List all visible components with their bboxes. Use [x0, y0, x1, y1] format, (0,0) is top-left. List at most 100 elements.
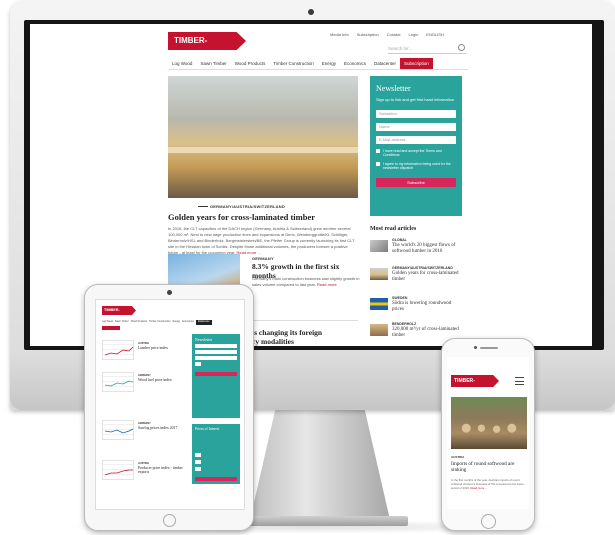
topbar-contact[interactable]: Contact — [387, 32, 401, 40]
nav-energy[interactable]: Energy — [318, 58, 340, 69]
tablet-nav-item[interactable]: Wood Products — [131, 320, 147, 325]
phone-frame: TIMBER-ONLINE.net AUSTRIA Imports of rou… — [441, 338, 535, 531]
tablet-field[interactable] — [195, 356, 237, 360]
topbar-language[interactable]: ENGLISH — [426, 32, 444, 40]
salutation-select[interactable]: Salutation — [376, 110, 456, 118]
tablet-second-panel-title: Prices of Interest — [195, 427, 220, 431]
most-read-title-text: Golden years for cross-laminated timber — [392, 271, 459, 282]
tablet-nav-item[interactable]: Datacenter — [195, 320, 212, 325]
phone-logo-text: TIMBER-ONLINE — [454, 378, 475, 396]
phone-read-more[interactable]: Read more ... — [470, 486, 487, 490]
phone-headline[interactable]: Imports of round softwood are sinking — [451, 461, 527, 473]
tablet-chart-thumb[interactable] — [102, 420, 134, 440]
site-logo[interactable]: TIMBER-ONLINE.net — [168, 32, 246, 50]
imac-stand-base — [232, 516, 408, 526]
most-read-thumb — [370, 268, 388, 280]
line-chart-icon — [104, 346, 134, 356]
tablet-nav-item[interactable]: Energy — [173, 320, 181, 325]
tablet-second-panel: Prices of Interest — [192, 424, 240, 484]
lead-article-image[interactable] — [168, 76, 358, 198]
top-utility-bar: Media Info Subscription Contact Login EN… — [330, 32, 590, 40]
email-field[interactable]: E-Mail address — [376, 136, 456, 144]
phone-camera — [474, 346, 477, 349]
tablet-subscribe-button[interactable] — [195, 372, 237, 376]
most-read-thumb — [370, 240, 388, 252]
name-field[interactable]: Name — [376, 123, 456, 131]
tablet-newsletter-panel: Newsletter — [192, 334, 240, 418]
tablet-chart-thumb[interactable] — [102, 460, 134, 480]
tablet-radio[interactable] — [195, 460, 201, 464]
tablet-checkbox[interactable] — [195, 362, 201, 366]
lead-body-text: In 2016, the CLT capacities of the DACH … — [168, 226, 355, 255]
subscribe-button[interactable]: Subscribe — [376, 178, 456, 187]
most-read-title-text: Södra is lowering roundwood prices — [392, 301, 452, 312]
tablet-nav-item[interactable]: Timber Construction — [149, 320, 170, 325]
most-read-title-text: 320,000 m³/yr of cross-laminated timber — [392, 327, 459, 338]
kicker-rule — [198, 206, 208, 207]
phone-screen: TIMBER-ONLINE.net AUSTRIA Imports of rou… — [447, 357, 529, 509]
third-headline-1[interactable]: is changing its foreign — [252, 328, 322, 337]
phone-home-button[interactable] — [481, 514, 496, 529]
consent-label: I agree to my information being used for… — [383, 162, 451, 170]
tablet-radio[interactable] — [195, 467, 201, 471]
nav-log-wood[interactable]: Log Wood — [168, 58, 196, 69]
main-nav: Log Wood Sawn Timber Wood Products Timbe… — [168, 58, 468, 70]
most-read-kicker: GLOBAL — [392, 238, 407, 242]
hamburger-menu-icon[interactable] — [515, 377, 524, 385]
search-input[interactable]: Search for... — [388, 44, 466, 54]
lead-headline[interactable]: Golden years for cross-laminated timber — [168, 212, 315, 222]
phone-logo-tld: .net — [472, 391, 479, 395]
tablet-radio[interactable] — [195, 453, 201, 457]
third-headline-2[interactable]: cy modalities — [252, 337, 294, 346]
tablet-chart-thumb[interactable] — [102, 340, 134, 360]
consent-checkbox[interactable] — [376, 162, 380, 166]
most-read-item[interactable]: GLOBAL The world's 20 biggest flows of s… — [370, 238, 462, 262]
tablet-logo[interactable]: TIMBER-ONLINE.net — [102, 306, 136, 315]
phone-body: In the first months of the year, Austria… — [451, 478, 527, 490]
second-kicker: GERMANY — [252, 256, 274, 261]
tablet-nav-item[interactable]: Economics — [182, 320, 194, 325]
nav-economics[interactable]: Economics — [340, 58, 370, 69]
line-chart-icon — [104, 380, 134, 387]
tablet-article-kicker: GERMANY — [138, 422, 151, 425]
second-read-more[interactable]: Read more — [317, 282, 337, 287]
phone-speaker — [480, 347, 498, 349]
tablet-newsletter-title: Newsletter — [195, 337, 213, 342]
nav-timber-construction[interactable]: Timber Construction — [269, 58, 317, 69]
tablet-article-title[interactable]: Producer price index - timber exports — [138, 466, 188, 474]
tablet-field[interactable] — [195, 344, 237, 348]
most-read-item[interactable]: SWEDEN Södra is lowering roundwood price… — [370, 296, 462, 320]
tablet-article-title[interactable]: Wood fuel price index — [138, 378, 172, 382]
topbar-login[interactable]: Login — [409, 32, 419, 40]
terms-label: I have read and accept the Terms and Con… — [383, 149, 442, 157]
tablet-nav-item[interactable]: Log Wood — [102, 320, 113, 325]
phone-article-image[interactable] — [451, 397, 527, 449]
newsletter-subtitle: Sign up to link and get first hand infor… — [376, 97, 455, 102]
tablet-nav-item[interactable]: Sawn Timber — [115, 320, 129, 325]
nav-sawn-timber[interactable]: Sawn Timber — [196, 58, 230, 69]
most-read-kicker: GERMANY/AUSTRIA/SWITZERLAND — [392, 266, 453, 270]
tablet-field[interactable] — [195, 350, 237, 354]
tablet-subscription-tab[interactable] — [102, 326, 120, 330]
tablet-article-kicker: GERMANY — [138, 374, 151, 377]
tablet-submit-button[interactable] — [195, 477, 237, 481]
consent-checkbox-row[interactable]: I agree to my information being used for… — [376, 162, 456, 170]
nav-subscription[interactable]: Subscription — [400, 58, 433, 69]
sweden-flag-icon — [370, 298, 388, 310]
search-icon[interactable] — [458, 44, 465, 51]
nav-datacenter[interactable]: Datacenter — [370, 58, 400, 69]
tablet-chart-thumb[interactable] — [102, 372, 134, 392]
tablet-article-title[interactable]: Sawlog prices index 2017 — [138, 426, 177, 430]
terms-checkbox[interactable] — [376, 149, 380, 153]
tablet-article-kicker: AUSTRIA — [138, 342, 150, 345]
nav-wood-products[interactable]: Wood Products — [231, 58, 270, 69]
tablet-article-title[interactable]: Lumber price index — [138, 346, 168, 350]
phone-logo[interactable]: TIMBER-ONLINE.net — [451, 375, 499, 387]
topbar-subscription[interactable]: Subscription — [357, 32, 379, 40]
lead-read-more[interactable]: Read more ... — [237, 250, 261, 255]
topbar-media-info[interactable]: Media Info — [330, 32, 349, 40]
most-read-item[interactable]: GERMANY/AUSTRIA/SWITZERLAND Golden years… — [370, 266, 462, 290]
tablet-home-button[interactable] — [163, 514, 176, 527]
terms-checkbox-row[interactable]: I have read and accept the Terms and Con… — [376, 149, 456, 157]
line-chart-icon — [104, 469, 133, 476]
